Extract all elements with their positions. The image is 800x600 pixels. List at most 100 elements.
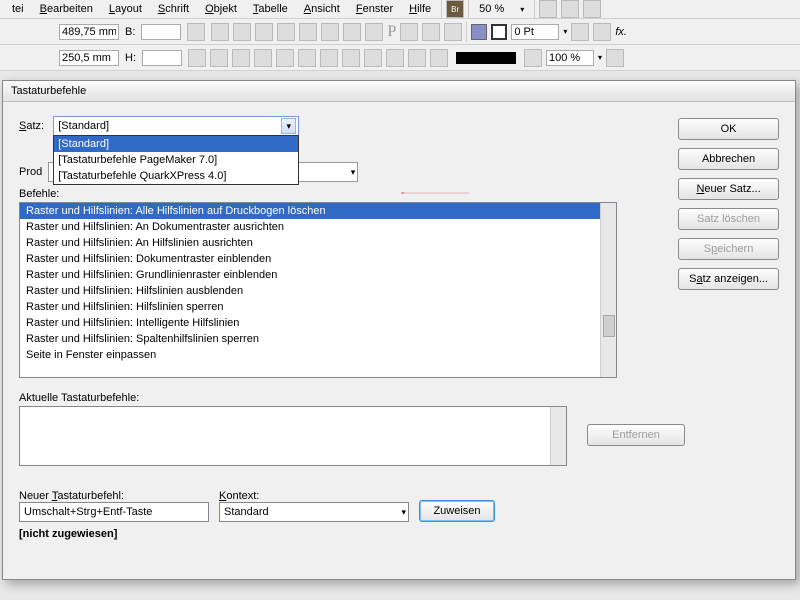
- fx-icon[interactable]: fx.: [615, 26, 627, 38]
- set-option-pagemaker[interactable]: [Tastaturbefehle PageMaker 7.0]: [54, 152, 298, 168]
- stroke-menu-icon[interactable]: ▾: [563, 27, 567, 36]
- paragraph-icon[interactable]: P: [387, 23, 396, 41]
- list-item[interactable]: Seite in Fenster einpassen: [20, 347, 616, 363]
- list-item[interactable]: Raster und Hilfslinien: Dokumentraster e…: [20, 251, 616, 267]
- dialog-title: Tastaturbefehle: [3, 81, 795, 102]
- list-item[interactable]: Raster und Hilfslinien: Grundlinienraste…: [20, 267, 616, 283]
- set-select[interactable]: [Standard] ▾: [53, 116, 299, 136]
- tool-icon[interactable]: [233, 23, 251, 41]
- new-set-button[interactable]: Neuer Satz...: [678, 178, 779, 200]
- opacity-menu-icon[interactable]: ▾: [598, 53, 602, 62]
- set-option-quarkxpress[interactable]: [Tastaturbefehle QuarkXPress 4.0]: [54, 168, 298, 184]
- scrollbar[interactable]: [600, 203, 616, 377]
- tool-icon[interactable]: [342, 49, 360, 67]
- tool-icon[interactable]: [299, 23, 317, 41]
- context-value: Standard: [224, 506, 269, 518]
- assign-button[interactable]: Zuweisen: [419, 500, 495, 522]
- arrange-icon[interactable]: [583, 0, 601, 18]
- screen-mode-icon[interactable]: [561, 0, 579, 18]
- tool-icon[interactable]: [211, 23, 229, 41]
- show-set-button[interactable]: Satz anzeigen...: [678, 268, 779, 290]
- set-dropdown: [Standard] [Tastaturbefehle PageMaker 7.…: [53, 135, 299, 185]
- tool-icon[interactable]: [422, 23, 440, 41]
- tool-icon[interactable]: [277, 23, 295, 41]
- commands-list[interactable]: Raster und Hilfslinien: Alle Hilfslinien…: [19, 202, 617, 378]
- list-item[interactable]: Raster und Hilfslinien: An Dokumentraste…: [20, 219, 616, 235]
- w-field[interactable]: [141, 24, 181, 40]
- menu-ansicht[interactable]: Ansicht: [298, 1, 346, 17]
- y-field[interactable]: [59, 50, 119, 66]
- list-item[interactable]: Raster und Hilfslinien: An Hilfslinien a…: [20, 235, 616, 251]
- list-item[interactable]: Raster und Hilfslinien: Intelligente Hil…: [20, 315, 616, 331]
- tool-icon[interactable]: [188, 49, 206, 67]
- menu-objekt[interactable]: Objekt: [199, 1, 243, 17]
- save-button[interactable]: Speichern: [678, 238, 779, 260]
- remove-button[interactable]: Entfernen: [587, 424, 685, 446]
- new-shortcut-input[interactable]: [19, 502, 209, 522]
- zoom-dropdown-icon[interactable]: ▾: [514, 3, 530, 16]
- tool-icon[interactable]: [298, 49, 316, 67]
- tool-icon[interactable]: [364, 49, 382, 67]
- tool-icon[interactable]: [593, 23, 611, 41]
- keyboard-shortcuts-dialog: Tastaturbefehle Satz: [Standard] ▾ [Stan…: [2, 80, 796, 580]
- tool-icon[interactable]: [321, 23, 339, 41]
- separator: [466, 22, 467, 42]
- ok-button[interactable]: OK: [678, 118, 779, 140]
- menu-hilfe[interactable]: Hilfe: [403, 1, 437, 17]
- commands-label: Befehle:: [19, 188, 779, 200]
- b-label: B:: [125, 26, 135, 38]
- tool-icon[interactable]: [444, 23, 462, 41]
- menu-bar: tei Bearbeiten Layout Schrift Objekt Tab…: [0, 0, 800, 19]
- tool-icon[interactable]: [386, 49, 404, 67]
- control-bar: B: P ▾ fx.: [0, 19, 800, 45]
- tool-icon[interactable]: [232, 49, 250, 67]
- tool-icon[interactable]: [320, 49, 338, 67]
- tool-icon[interactable]: [524, 49, 542, 67]
- stroke-swatch[interactable]: [491, 24, 507, 40]
- tool-icon[interactable]: [255, 23, 273, 41]
- scrollbar[interactable]: [550, 407, 566, 465]
- list-item[interactable]: Raster und Hilfslinien: Hilfslinien ausb…: [20, 283, 616, 299]
- constrain-icon[interactable]: [187, 23, 205, 41]
- tool-icon[interactable]: [571, 23, 589, 41]
- tool-icon[interactable]: [343, 23, 361, 41]
- x-field[interactable]: [59, 24, 119, 40]
- tool-icon[interactable]: [210, 49, 228, 67]
- tool-icon[interactable]: [606, 49, 624, 67]
- list-item[interactable]: Raster und Hilfslinien: Alle Hilfslinien…: [20, 203, 616, 219]
- stroke-style[interactable]: [456, 52, 516, 64]
- chevron-down-icon: ▾: [281, 118, 296, 134]
- set-option-standard[interactable]: [Standard]: [54, 136, 298, 152]
- tool-icon[interactable]: [276, 49, 294, 67]
- tool-icon[interactable]: [408, 49, 426, 67]
- tool-icon[interactable]: [365, 23, 383, 41]
- current-shortcuts-box[interactable]: [19, 406, 567, 466]
- h-field[interactable]: [142, 50, 182, 66]
- cancel-button[interactable]: Abbrechen: [678, 148, 779, 170]
- set-select-value: [Standard]: [58, 120, 109, 132]
- context-select[interactable]: Standard ▾: [219, 502, 409, 522]
- menu-layout[interactable]: Layout: [103, 1, 148, 17]
- menu-tabelle[interactable]: Tabelle: [247, 1, 294, 17]
- tool-icon[interactable]: [430, 49, 448, 67]
- bridge-icon[interactable]: Br: [446, 0, 464, 18]
- fill-swatch[interactable]: [471, 24, 487, 40]
- new-shortcut-label: Neuer Tastaturbefehl:: [19, 490, 209, 502]
- menu-bearbeiten[interactable]: Bearbeiten: [34, 1, 99, 17]
- delete-set-button[interactable]: Satz löschen: [678, 208, 779, 230]
- tool-icon[interactable]: [400, 23, 418, 41]
- list-item[interactable]: Raster und Hilfslinien: Spaltenhilfslini…: [20, 331, 616, 347]
- separator: [441, 0, 442, 19]
- chevron-down-icon: ▾: [351, 167, 356, 178]
- tool-icon[interactable]: [254, 49, 272, 67]
- scroll-thumb[interactable]: [603, 315, 615, 337]
- opacity-field[interactable]: [546, 50, 594, 66]
- menu-fenster[interactable]: Fenster: [350, 1, 399, 17]
- view-options-icon[interactable]: [539, 0, 557, 18]
- separator: [468, 0, 469, 19]
- menu-datei[interactable]: tei: [6, 1, 30, 17]
- stroke-weight[interactable]: [511, 24, 559, 40]
- list-item[interactable]: Raster und Hilfslinien: Hilfslinien sper…: [20, 299, 616, 315]
- zoom-value[interactable]: 50 %: [473, 1, 510, 17]
- menu-schrift[interactable]: Schrift: [152, 1, 195, 17]
